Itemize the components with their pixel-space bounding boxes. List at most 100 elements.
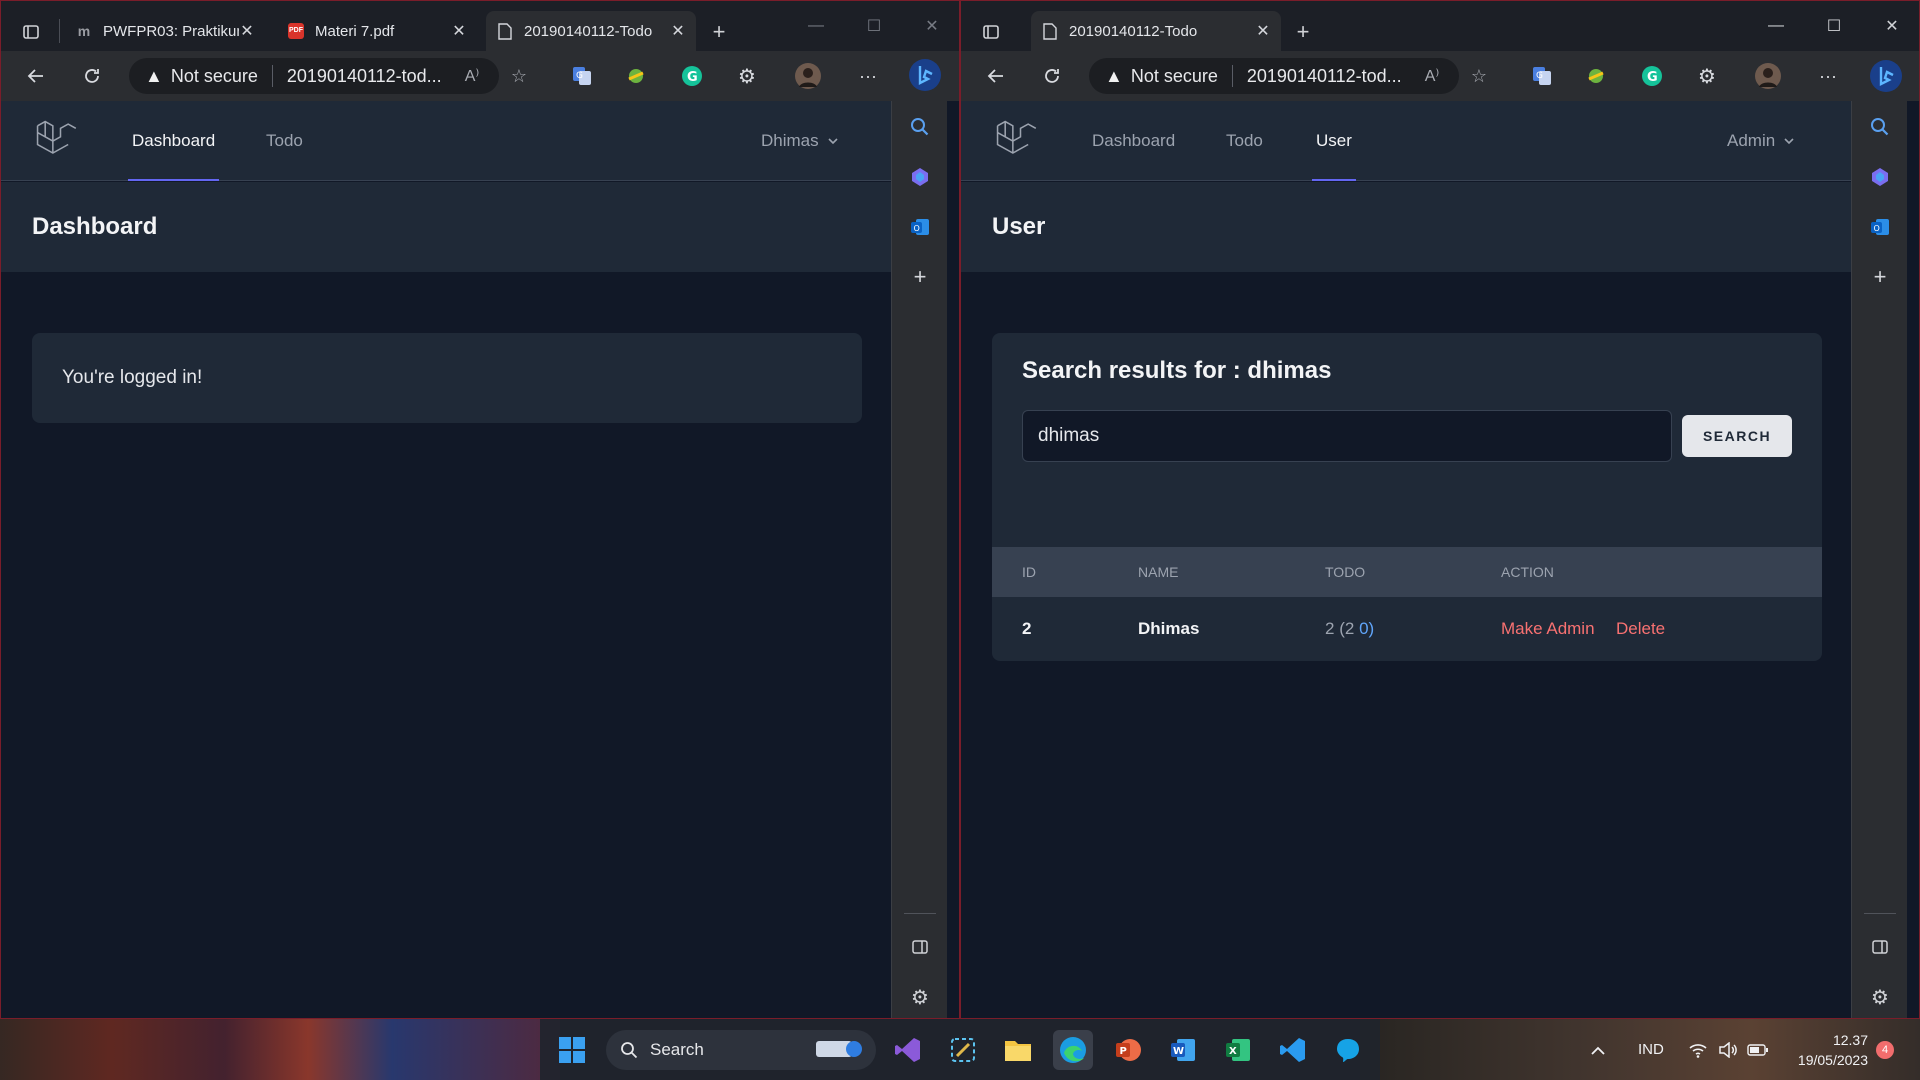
security-status: Not secure	[1130, 65, 1218, 86]
translate-icon[interactable]: G	[1529, 63, 1555, 89]
settings-gear-icon[interactable]: ⚙	[1866, 983, 1894, 1011]
page-header: Dashboard	[1, 182, 891, 272]
close-icon[interactable]: ✕	[1255, 21, 1271, 41]
laravel-logo-icon[interactable]	[995, 119, 1037, 168]
snipping-tool-icon[interactable]	[943, 1030, 983, 1070]
tab-actions-icon[interactable]	[977, 19, 1005, 45]
status-card: You're logged in!	[32, 333, 862, 423]
close-window-icon[interactable]: ✕	[917, 13, 947, 39]
search-icon[interactable]	[906, 113, 934, 141]
minimize-icon[interactable]: —	[801, 13, 831, 39]
profile-avatar[interactable]	[1755, 63, 1781, 89]
moodle-icon: m	[77, 23, 91, 39]
maximize-icon[interactable]: ☐	[859, 13, 889, 39]
tab-todo-active[interactable]: 20190140112-Todo ✕	[1031, 11, 1281, 51]
extensions-puzzle-icon[interactable]: ⚙	[1694, 63, 1720, 89]
close-icon[interactable]: ✕	[239, 21, 255, 41]
chat-app-icon[interactable]	[1328, 1030, 1368, 1070]
tab-pwfpr03[interactable]: m PWFPR03: Praktikum ✕	[65, 11, 265, 51]
search-icon	[621, 1042, 638, 1059]
extension-icon[interactable]	[1583, 63, 1609, 89]
translate-icon[interactable]: G	[569, 63, 595, 89]
nav-link-dashboard[interactable]: Dashboard	[127, 101, 220, 181]
powerpoint-icon[interactable]: P	[1108, 1030, 1148, 1070]
back-icon[interactable]	[23, 63, 49, 89]
todo-open-count: (2	[1339, 619, 1355, 638]
file-explorer-icon[interactable]	[998, 1030, 1038, 1070]
edge-browser-icon[interactable]	[1053, 1030, 1093, 1070]
table-row: 2 Dhimas 2 (2 0) Make Admin Delete	[992, 597, 1822, 661]
minimize-icon[interactable]: —	[1761, 13, 1791, 39]
new-tab-icon[interactable]: +	[1289, 19, 1317, 45]
notification-badge[interactable]: 4	[1876, 1041, 1894, 1059]
profile-avatar[interactable]	[795, 63, 821, 89]
extension-icon[interactable]	[623, 63, 649, 89]
copilot-icon[interactable]	[1866, 163, 1894, 191]
tab-materi-pdf[interactable]: PDF Materi 7.pdf ✕	[277, 11, 477, 51]
bing-chat-icon[interactable]	[1869, 59, 1903, 93]
back-icon[interactable]	[983, 63, 1009, 89]
logged-in-message: You're logged in!	[62, 367, 203, 388]
sidebar-toggle-icon[interactable]	[1866, 933, 1894, 961]
todo-total: 2	[1325, 619, 1335, 638]
copilot-icon[interactable]	[906, 163, 934, 191]
more-options-icon[interactable]: ···	[855, 63, 881, 89]
sidebar-toggle-icon[interactable]	[906, 933, 934, 961]
laravel-logo-icon[interactable]	[35, 119, 77, 168]
tab-todo-active[interactable]: 20190140112-Todo ✕	[486, 11, 696, 51]
favorite-icon[interactable]: ☆	[1466, 63, 1492, 89]
nav-link-user[interactable]: User	[1312, 101, 1356, 181]
wifi-icon[interactable]	[1688, 1019, 1708, 1080]
address-bar[interactable]: ▲ Not secure 20190140112-tod...	[1089, 58, 1459, 94]
read-aloud-icon[interactable]: A⁾	[459, 63, 485, 89]
user-menu-dropdown[interactable]: Admin	[1727, 101, 1795, 181]
nav-link-dashboard[interactable]: Dashboard	[1092, 101, 1175, 181]
pdf-icon: PDF	[287, 22, 305, 40]
taskbar-search[interactable]: Search	[606, 1030, 876, 1070]
nav-link-todo[interactable]: Todo	[266, 101, 303, 181]
refresh-icon[interactable]	[79, 63, 105, 89]
refresh-icon[interactable]	[1039, 63, 1065, 89]
search-button[interactable]: SEARCH	[1682, 415, 1792, 457]
grammarly-icon[interactable]: G	[1639, 63, 1665, 89]
clock[interactable]: 12.37 19/05/2023	[1780, 1019, 1868, 1080]
search-label: Search	[650, 1040, 704, 1059]
battery-icon[interactable]	[1747, 1019, 1769, 1080]
column-header-action: ACTION	[1501, 564, 1554, 580]
settings-gear-icon[interactable]: ⚙	[906, 983, 934, 1011]
user-menu-dropdown[interactable]: Dhimas	[761, 101, 839, 181]
make-admin-link[interactable]: Make Admin	[1501, 619, 1595, 639]
search-input[interactable]	[1022, 410, 1672, 462]
add-icon[interactable]: +	[906, 263, 934, 291]
start-windows-icon[interactable]	[552, 1030, 592, 1070]
address-bar[interactable]: ▲ Not secure 20190140112-tod...	[129, 58, 499, 94]
tab-actions-icon[interactable]	[17, 19, 45, 45]
more-options-icon[interactable]: ···	[1815, 63, 1841, 89]
add-icon[interactable]: +	[1866, 263, 1894, 291]
new-tab-icon[interactable]: +	[705, 19, 733, 45]
delete-link[interactable]: Delete	[1616, 619, 1665, 639]
close-icon[interactable]: ✕	[451, 21, 467, 41]
volume-icon[interactable]	[1718, 1019, 1738, 1080]
search-icon[interactable]	[1866, 113, 1894, 141]
close-icon[interactable]: ✕	[670, 21, 686, 41]
show-hidden-icons[interactable]	[1590, 1019, 1606, 1080]
favorite-icon[interactable]: ☆	[506, 63, 532, 89]
outlook-icon[interactable]: O	[1866, 213, 1894, 241]
visual-studio-icon[interactable]	[888, 1030, 928, 1070]
page-icon	[496, 22, 514, 40]
page-title: User	[992, 213, 1046, 240]
excel-icon[interactable]: X	[1218, 1030, 1258, 1070]
extensions-puzzle-icon[interactable]: ⚙	[734, 63, 760, 89]
warning-icon: ▲	[1105, 65, 1123, 86]
grammarly-icon[interactable]: G	[679, 63, 705, 89]
vscode-icon[interactable]	[1273, 1030, 1313, 1070]
read-aloud-icon[interactable]: A⁾	[1419, 63, 1445, 89]
outlook-icon[interactable]: O	[906, 213, 934, 241]
nav-link-todo[interactable]: Todo	[1226, 101, 1263, 181]
close-window-icon[interactable]: ✕	[1877, 13, 1907, 39]
language-indicator[interactable]: IND	[1638, 1019, 1664, 1080]
maximize-icon[interactable]: ☐	[1819, 13, 1849, 39]
word-icon[interactable]: W	[1163, 1030, 1203, 1070]
bing-chat-icon[interactable]	[908, 58, 942, 92]
